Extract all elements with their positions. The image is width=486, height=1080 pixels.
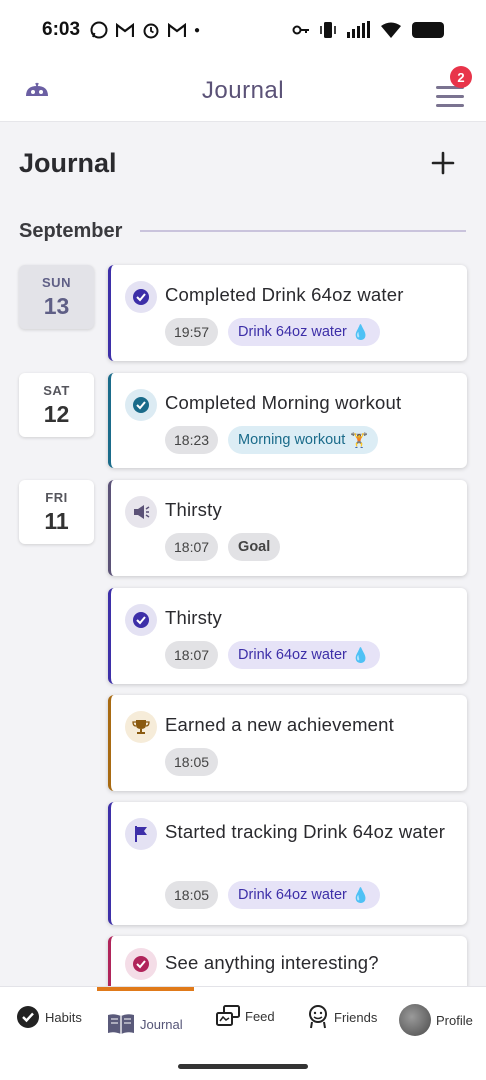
entry-tag-label: Goal <box>238 539 271 555</box>
date-sun-13[interactable]: SUN 13 <box>19 265 94 329</box>
date-weekday: FRI <box>45 490 68 505</box>
journal-entry[interactable]: Earned a new achievement 18:05 <box>108 695 467 791</box>
flag-icon <box>125 818 157 850</box>
date-day: 13 <box>43 293 70 319</box>
book-icon <box>108 1014 134 1034</box>
check-circle-icon <box>17 1006 39 1028</box>
alarm-icon <box>143 23 159 39</box>
entry-tag-label: Drink 64oz water <box>238 887 347 903</box>
battery-icon <box>412 22 444 38</box>
add-entry-button[interactable] <box>428 148 458 178</box>
water-drop-icon: 💧 <box>351 647 370 664</box>
entry-tag-label: Drink 64oz water <box>238 324 347 340</box>
signal-icon <box>347 21 370 38</box>
nav-journal-label: Journal <box>140 1016 183 1032</box>
entry-tag[interactable]: Goal <box>228 533 281 561</box>
megaphone-icon <box>125 496 157 528</box>
page-title: Journal <box>19 148 117 178</box>
entry-title: Started tracking Drink 64oz water <box>165 821 446 842</box>
wifi-icon <box>381 22 401 38</box>
journal-entry[interactable]: Thirsty 18:07 Drink 64oz water 💧 <box>108 588 467 684</box>
active-tab-indicator <box>97 987 194 991</box>
notification-icons: ● <box>90 21 200 39</box>
entry-time: 19:57 <box>165 318 219 346</box>
entry-title: See anything interesting? <box>165 952 379 973</box>
plus-icon <box>431 151 455 175</box>
nav-friends[interactable]: Friends <box>307 1005 377 1029</box>
journal-entry[interactable]: Completed Morning workout 18:23 Morning … <box>108 373 467 468</box>
entry-tag-label: Drink 64oz water <box>238 647 347 663</box>
check-circle-icon <box>125 948 157 980</box>
entry-title: Thirsty <box>165 607 222 628</box>
nav-profile-label: Profile <box>436 1012 473 1028</box>
month-label: September <box>19 220 123 242</box>
key-icon <box>292 25 309 35</box>
check-circle-icon <box>125 389 157 421</box>
dot-icon: ● <box>194 24 201 36</box>
nav-feed-label: Feed <box>245 1008 275 1024</box>
month-divider <box>140 230 466 232</box>
nav-friends-label: Friends <box>334 1009 378 1025</box>
avatar <box>399 1004 431 1036</box>
entry-tag[interactable]: Drink 64oz water 💧 <box>228 641 380 669</box>
nav-feed[interactable]: Feed <box>216 1005 275 1027</box>
app-bar: Journal 2 <box>0 60 486 122</box>
gmail-icon <box>168 22 187 37</box>
entry-tag[interactable]: Drink 64oz water 💧 <box>228 881 380 909</box>
home-indicator[interactable] <box>178 1064 308 1069</box>
status-bar: 6:03 ● <box>0 0 486 60</box>
nav-habits[interactable]: Habits <box>16 1005 82 1029</box>
check-circle-icon <box>125 281 157 313</box>
app-title: Journal <box>201 76 285 104</box>
nav-journal[interactable]: Journal <box>107 1013 183 1035</box>
journal-entry[interactable]: Thirsty 18:07 Goal <box>108 480 467 576</box>
journal-entry[interactable]: Started tracking Drink 64oz water 18:05 … <box>108 802 467 925</box>
journal-entry[interactable]: Completed Drink 64oz water 19:57 Drink 6… <box>108 265 467 361</box>
entry-time: 18:07 <box>165 641 219 669</box>
entry-tag[interactable]: Drink 64oz water 💧 <box>228 318 380 346</box>
entry-time: 18:23 <box>165 426 219 454</box>
date-day: 11 <box>44 508 69 534</box>
feed-icon <box>216 1005 240 1026</box>
date-day: 12 <box>43 401 70 427</box>
date-weekday: SAT <box>43 383 70 398</box>
entry-title: Completed Morning workout <box>165 392 402 413</box>
date-weekday: SUN <box>42 275 71 290</box>
water-drop-icon: 💧 <box>351 887 370 904</box>
friends-icon <box>309 1005 327 1029</box>
notification-badge: 2 <box>450 66 472 88</box>
entry-tag[interactable]: Morning workout 🏋️ <box>228 426 379 454</box>
entry-tag-label: Morning workout <box>238 432 346 448</box>
date-sat-12[interactable]: SAT 12 <box>19 373 94 437</box>
system-icons <box>292 21 444 39</box>
whatsapp-icon <box>90 21 108 39</box>
trophy-icon <box>125 711 157 743</box>
entry-time: 18:05 <box>165 881 219 909</box>
entry-title: Thirsty <box>165 499 222 520</box>
entry-time: 18:05 <box>165 748 219 776</box>
app-logo-icon[interactable] <box>24 82 50 100</box>
water-drop-icon: 💧 <box>351 324 370 341</box>
vibrate-icon <box>320 22 336 38</box>
weightlifter-icon: 🏋️ <box>350 432 369 449</box>
nav-profile[interactable]: Profile <box>399 1004 473 1036</box>
nav-habits-label: Habits <box>45 1009 82 1025</box>
date-fri-11[interactable]: FRI 11 <box>19 480 94 544</box>
entry-time: 18:07 <box>165 533 219 561</box>
status-time: 6:03 <box>42 19 81 40</box>
entry-title: Earned a new achievement <box>165 714 394 735</box>
check-circle-icon <box>125 604 157 636</box>
gmail-icon <box>116 22 135 37</box>
entry-title: Completed Drink 64oz water <box>165 284 404 305</box>
